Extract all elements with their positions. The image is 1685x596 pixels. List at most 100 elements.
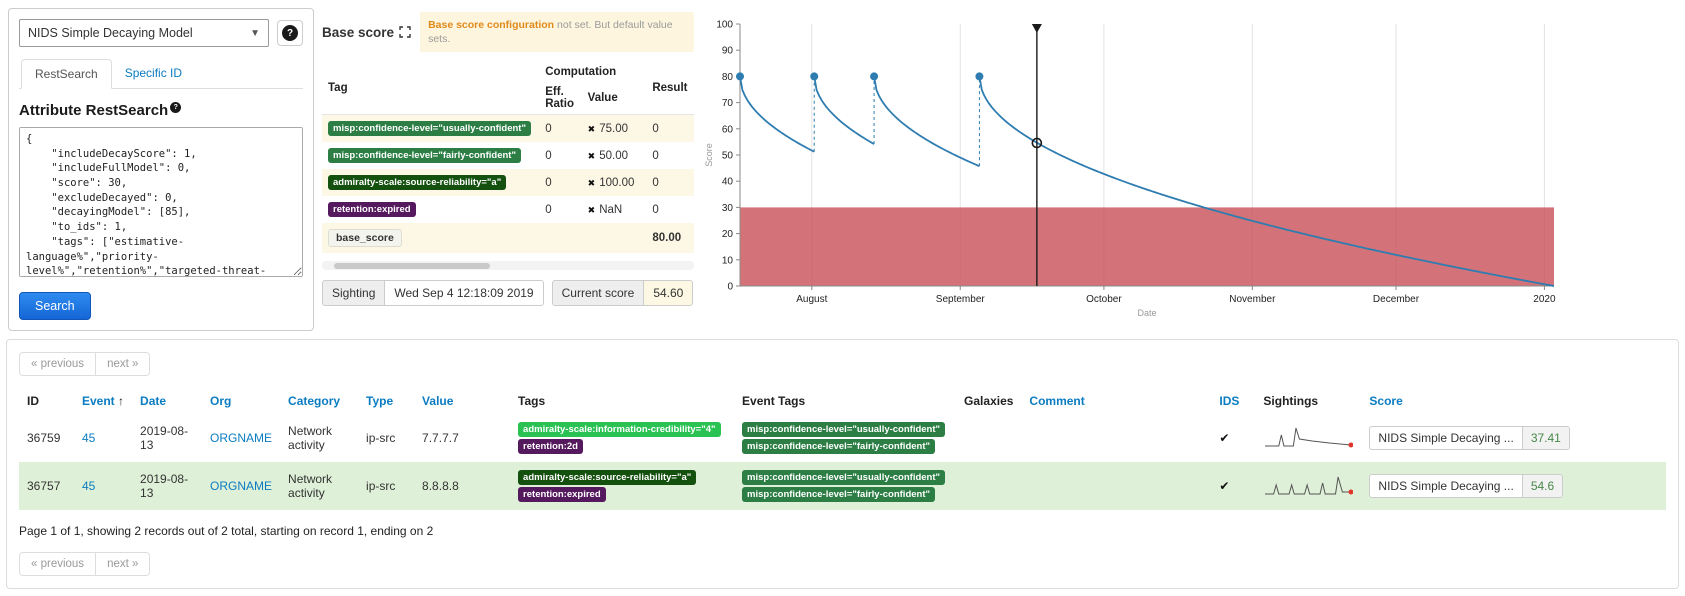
ids-check-icon: ✔ bbox=[1211, 414, 1255, 462]
tag-badge: misp:confidence-level="usually-confident… bbox=[328, 121, 531, 136]
cell-event: 45 bbox=[74, 414, 132, 462]
cell-event-tags: misp:confidence-level="usually-confident… bbox=[734, 462, 956, 510]
tab-specific-id[interactable]: Specific ID bbox=[112, 59, 195, 89]
event-link[interactable]: 45 bbox=[82, 431, 95, 445]
eff-ratio-cell: 0 bbox=[539, 169, 581, 196]
sighting-dot bbox=[975, 72, 983, 80]
sighting-label: Sighting bbox=[322, 280, 385, 306]
sparkline-end-dot bbox=[1349, 489, 1354, 494]
column-header-category[interactable]: Category bbox=[280, 388, 358, 414]
attribute-row: 36759452019-08-13ORGNAMENetwork activity… bbox=[19, 414, 1666, 462]
cell-galaxies bbox=[956, 414, 1021, 462]
decay-chart-svg: 0102030405060708090100AugustSeptemberOct… bbox=[702, 10, 1582, 320]
tag-cell: admiralty-scale:source-reliability="a" bbox=[322, 169, 539, 196]
sighting-dot bbox=[736, 72, 744, 80]
help-button[interactable]: ? bbox=[277, 20, 303, 46]
decay-line bbox=[814, 76, 874, 144]
svg-text:20: 20 bbox=[722, 229, 734, 240]
restsearch-heading-text: Attribute RestSearch bbox=[19, 102, 168, 119]
cell-date: 2019-08-13 bbox=[132, 462, 202, 510]
svg-text:10: 10 bbox=[722, 255, 734, 266]
sighting-dot bbox=[870, 72, 878, 80]
column-header-galaxies: Galaxies bbox=[956, 388, 1021, 414]
tag-badge[interactable]: admiralty-scale:information-credibility=… bbox=[518, 422, 720, 437]
column-header-comment[interactable]: Comment bbox=[1021, 388, 1211, 414]
score-box[interactable]: NIDS Simple Decaying ...54.6 bbox=[1369, 474, 1563, 498]
sort-asc-icon: ↑ bbox=[118, 394, 124, 408]
expand-icon[interactable] bbox=[399, 26, 411, 38]
column-header-date[interactable]: Date bbox=[132, 388, 202, 414]
column-header-type[interactable]: Type bbox=[358, 388, 414, 414]
column-header-id: ID bbox=[19, 388, 74, 414]
result-cell: 0 bbox=[646, 115, 694, 143]
svg-text:Date: Date bbox=[1137, 308, 1156, 318]
event-link[interactable]: 45 bbox=[82, 479, 95, 493]
pagination-top: « previous next » bbox=[19, 352, 150, 376]
decaying-model-simulator: NIDS Simple Decaying Model ▼ ? RestSearc… bbox=[0, 0, 1685, 589]
current-score-value: 54.60 bbox=[644, 280, 693, 306]
tag-badge[interactable]: retention:2d bbox=[518, 439, 583, 454]
cell-tags: admiralty-scale:information-credibility=… bbox=[510, 414, 734, 462]
previous-page-button[interactable]: « previous bbox=[20, 553, 96, 575]
threshold-region bbox=[740, 207, 1554, 286]
tab-restsearch[interactable]: RestSearch bbox=[21, 59, 112, 89]
base-score-title: Base score bbox=[322, 25, 394, 40]
value-cell: ✖75.00 bbox=[582, 115, 647, 143]
column-header-org[interactable]: Org bbox=[202, 388, 280, 414]
sightings-sparkline bbox=[1263, 471, 1353, 499]
cell-org: ORGNAME bbox=[202, 462, 280, 510]
eff-ratio-cell: 0 bbox=[539, 142, 581, 169]
score-box[interactable]: NIDS Simple Decaying ...37.41 bbox=[1369, 426, 1569, 450]
column-header-ids[interactable]: IDS bbox=[1211, 388, 1255, 414]
event-tag-badge[interactable]: misp:confidence-level="fairly-confident" bbox=[742, 487, 935, 502]
cell-date: 2019-08-13 bbox=[132, 414, 202, 462]
svg-text:90: 90 bbox=[722, 46, 734, 57]
next-page-button[interactable]: next » bbox=[96, 353, 149, 375]
svg-text:100: 100 bbox=[716, 20, 733, 31]
multiply-icon: ✖ bbox=[588, 205, 596, 215]
score-model-name: NIDS Simple Decaying ... bbox=[1370, 475, 1521, 497]
search-button[interactable]: Search bbox=[19, 292, 91, 320]
warning-strong-text: Base score configuration bbox=[428, 19, 554, 31]
base-score-total-row: base_score 80.00 bbox=[322, 223, 694, 253]
svg-text:Score: Score bbox=[704, 143, 714, 167]
column-header-sightings: Sightings bbox=[1255, 388, 1361, 414]
column-header-event-tags: Event Tags bbox=[734, 388, 956, 414]
base-score-row: misp:confidence-level="fairly-confident"… bbox=[322, 142, 694, 169]
cell-id: 36757 bbox=[19, 462, 74, 510]
ids-check-icon: ✔ bbox=[1211, 462, 1255, 510]
tag-badge[interactable]: admiralty-scale:source-reliability="a" bbox=[518, 470, 696, 485]
caret-down-icon: ▼ bbox=[250, 28, 260, 39]
column-header-score[interactable]: Score bbox=[1361, 388, 1666, 414]
event-tag-badge[interactable]: misp:confidence-level="usually-confident… bbox=[742, 422, 945, 437]
svg-text:60: 60 bbox=[722, 124, 734, 135]
org-link[interactable]: ORGNAME bbox=[210, 479, 272, 493]
attribute-row: 36757452019-08-13ORGNAMENetwork activity… bbox=[19, 462, 1666, 510]
base-score-row: misp:confidence-level="usually-confident… bbox=[322, 115, 694, 143]
pagination-summary: Page 1 of 1, showing 2 records out of 2 … bbox=[19, 524, 1666, 538]
cell-comment bbox=[1021, 414, 1211, 462]
search-tabs: RestSearch Specific ID bbox=[19, 59, 303, 89]
svg-text:September: September bbox=[936, 294, 986, 305]
decay-line bbox=[874, 76, 979, 166]
cell-event: 45 bbox=[74, 462, 132, 510]
event-tag-badge[interactable]: misp:confidence-level="usually-confident… bbox=[742, 470, 945, 485]
next-page-button[interactable]: next » bbox=[96, 553, 149, 575]
tag-badge[interactable]: retention:expired bbox=[518, 487, 606, 502]
column-header-value[interactable]: Value bbox=[414, 388, 510, 414]
question-icon: ? bbox=[282, 25, 298, 41]
tag-cell: retention:expired bbox=[322, 196, 539, 223]
horizontal-scrollbar[interactable] bbox=[322, 261, 694, 270]
score-value: 37.41 bbox=[1522, 427, 1569, 449]
previous-page-button[interactable]: « previous bbox=[20, 353, 96, 375]
scrollbar-thumb[interactable] bbox=[334, 263, 490, 269]
restsearch-query-input[interactable]: { "includeDecayScore": 1, "includeFullMo… bbox=[19, 127, 303, 277]
org-link[interactable]: ORGNAME bbox=[210, 431, 272, 445]
model-select-value: NIDS Simple Decaying Model bbox=[28, 26, 193, 40]
cell-score: NIDS Simple Decaying ...37.41 bbox=[1361, 414, 1666, 462]
event-tag-badge[interactable]: misp:confidence-level="fairly-confident" bbox=[742, 439, 935, 454]
value-cell: ✖100.00 bbox=[582, 169, 647, 196]
base-score-table: Tag Computation Result Eff. Ratio Value … bbox=[322, 62, 694, 253]
column-header-event[interactable]: Event ↑ bbox=[74, 388, 132, 414]
model-select[interactable]: NIDS Simple Decaying Model ▼ bbox=[19, 19, 269, 47]
